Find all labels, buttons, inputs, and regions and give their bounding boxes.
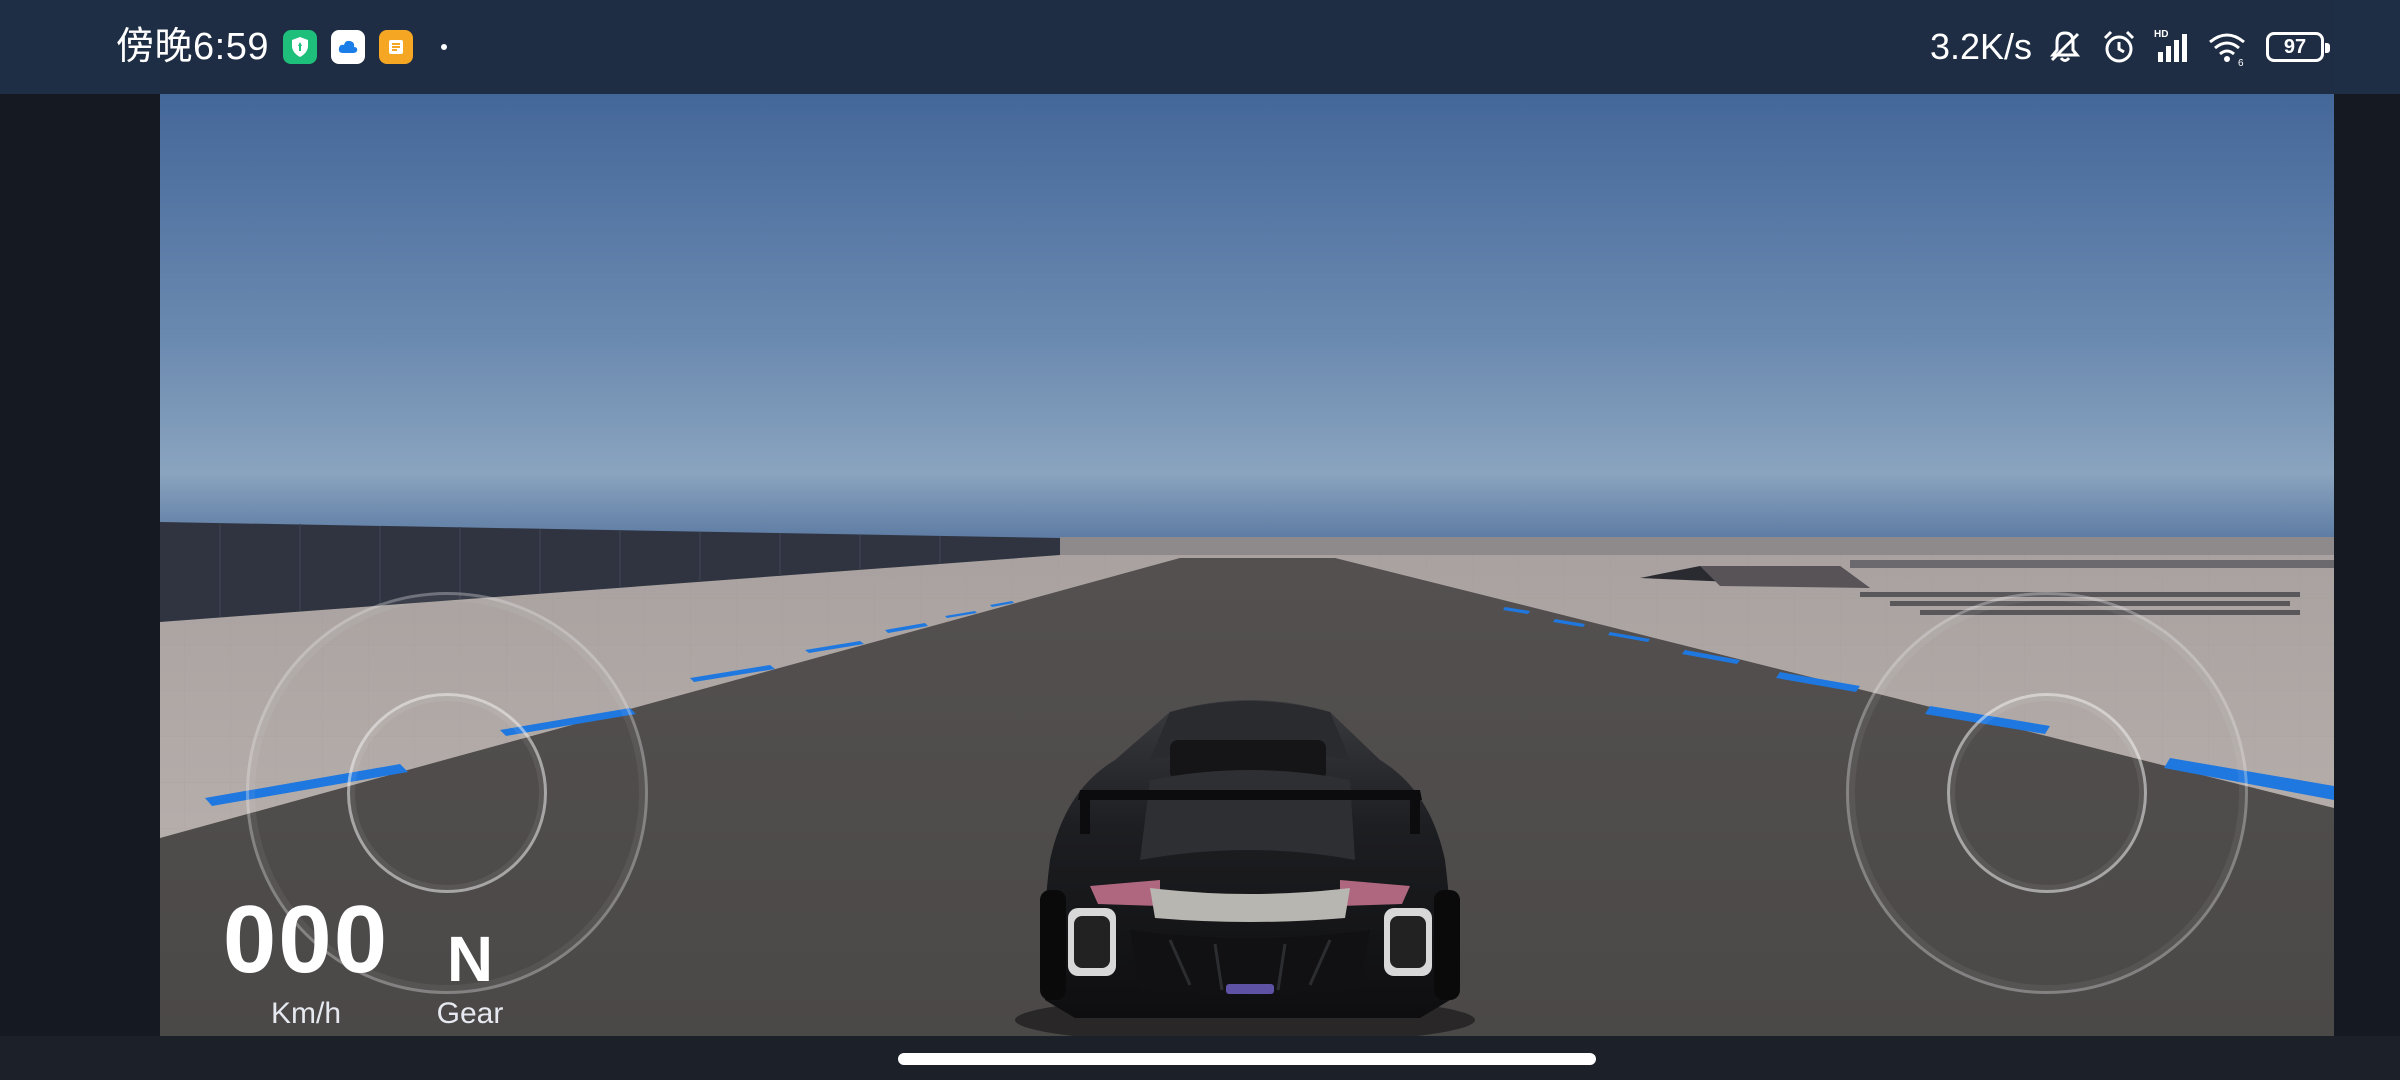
gear-indicator: N: [446, 923, 494, 995]
horizon-strip: [1060, 537, 2334, 555]
speedometer-unit: Km/h: [270, 997, 342, 1030]
home-indicator[interactable]: [898, 1053, 1596, 1065]
status-right: 3.2K/s HD 6 97: [1929, 22, 2330, 72]
left-letterbox: [0, 0, 160, 1080]
alarm-clock-icon: [2103, 30, 2135, 63]
sky: [160, 94, 2334, 540]
battery-icon: 97: [2266, 32, 2330, 62]
network-speed: 3.2K/s: [1929, 26, 2032, 67]
throttle-joystick[interactable]: [1846, 592, 2248, 994]
right-letterbox: [2334, 0, 2400, 1080]
steering-joystick-knob[interactable]: [347, 693, 547, 893]
status-bar: 傍晚6:59 3.2K/s HD 6 97: [0, 0, 2400, 94]
battery-cap: [2325, 43, 2330, 53]
notes-app-icon: [378, 30, 413, 64]
svg-text:6: 6: [2238, 58, 2244, 68]
wifi-6-icon: 6: [2209, 33, 2245, 68]
battery-level: 97: [2283, 35, 2307, 58]
status-left: 傍晚6:59: [116, 22, 447, 72]
hd-signal-icon: HD: [2154, 29, 2187, 62]
security-shield-app-icon: [282, 30, 317, 64]
gear-label: Gear: [436, 997, 504, 1030]
speedometer-value: 000: [222, 886, 390, 993]
svg-text:HD: HD: [2154, 29, 2168, 40]
cloud-app-icon: [330, 30, 365, 64]
clock: 傍晚6:59: [116, 26, 269, 68]
throttle-joystick-knob[interactable]: [1947, 693, 2147, 893]
mute-bell-icon: [2049, 31, 2081, 62]
notification-dot: [440, 44, 447, 50]
